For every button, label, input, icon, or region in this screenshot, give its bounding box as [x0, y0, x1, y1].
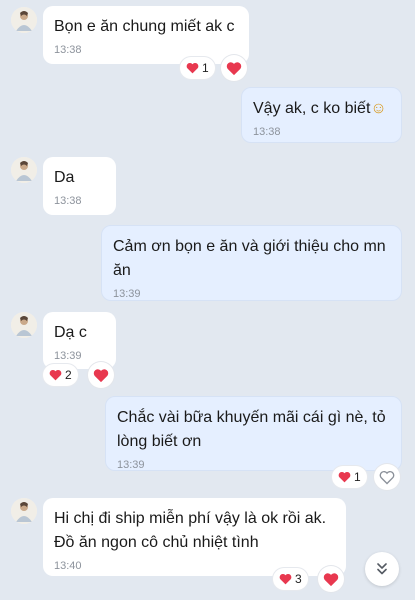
message-time: 13:38	[253, 126, 281, 138]
message-text: Chắc vài bữa khuyến mãi cái gì nè, tỏ lò…	[117, 409, 386, 450]
heart-icon	[323, 572, 339, 586]
react-button[interactable]	[88, 362, 114, 388]
message-bubble[interactable]: Dạ c 13:39	[43, 312, 116, 369]
avatar[interactable]	[11, 7, 37, 33]
message-time: 13:38	[54, 44, 82, 56]
react-button[interactable]	[318, 566, 344, 592]
heart-icon	[279, 573, 292, 585]
heart-icon	[338, 471, 351, 483]
avatar[interactable]	[11, 498, 37, 524]
chat-thread: Bọn e ăn chung miết ak c 13:38 1 Vậy ak,…	[0, 0, 415, 600]
avatar[interactable]	[11, 157, 37, 183]
message-bubble[interactable]: Da 13:38	[43, 157, 116, 215]
reaction-count-value: 3	[295, 572, 302, 586]
reaction-count[interactable]: 3	[273, 568, 308, 590]
reaction-count-value: 2	[65, 368, 72, 382]
message-text: Dạ c	[54, 324, 87, 341]
message-text: Bọn e ăn chung miết ak c	[54, 18, 235, 35]
scroll-to-bottom-button[interactable]	[365, 552, 399, 586]
heart-icon	[186, 62, 199, 74]
heart-icon	[93, 368, 109, 382]
message-time: 13:39	[54, 350, 82, 362]
message-text: Vậy ak, c ko biết☺	[253, 100, 387, 117]
chevron-double-down-icon	[377, 563, 387, 575]
message-time: 13:38	[54, 195, 82, 207]
reaction-count[interactable]: 2	[43, 364, 78, 386]
avatar[interactable]	[11, 312, 37, 338]
message-text: Da	[54, 169, 75, 186]
message-text: Cảm ơn bọn e ăn và giới thiệu cho mn ăn	[113, 238, 386, 279]
message-bubble[interactable]: Hi chị đi ship miễn phí vậy là ok rồi ak…	[43, 498, 346, 576]
heart-icon	[226, 61, 242, 75]
heart-outline-icon	[379, 470, 395, 484]
reaction-count-value: 1	[354, 470, 361, 484]
reaction-count[interactable]: 1	[332, 466, 367, 488]
react-button[interactable]	[221, 55, 247, 81]
smile-emoji-icon: ☺	[370, 100, 387, 117]
message-bubble[interactable]: Bọn e ăn chung miết ak c 13:38	[43, 6, 249, 64]
heart-icon	[49, 369, 62, 381]
reaction-count-value: 1	[202, 61, 209, 75]
message-text: Hi chị đi ship miễn phí vậy là ok rồi ak…	[54, 510, 327, 551]
message-bubble[interactable]: Vậy ak, c ko biết☺ 13:38	[241, 87, 402, 143]
reaction-count[interactable]: 1	[180, 57, 215, 79]
message-time: 13:39	[113, 288, 141, 300]
react-button[interactable]	[374, 464, 400, 490]
message-bubble[interactable]: Cảm ơn bọn e ăn và giới thiệu cho mn ăn …	[101, 225, 402, 301]
message-bubble[interactable]: Chắc vài bữa khuyến mãi cái gì nè, tỏ lò…	[105, 396, 402, 471]
